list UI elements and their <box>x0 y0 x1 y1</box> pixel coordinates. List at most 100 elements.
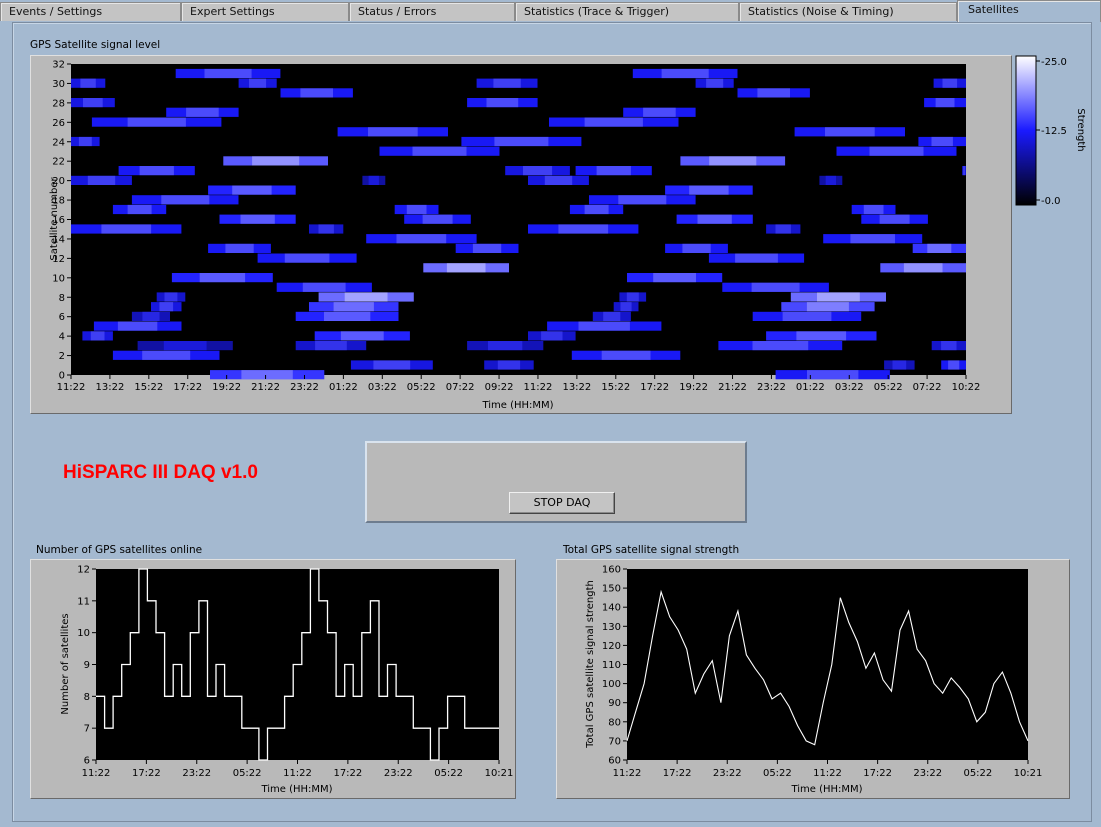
stop-daq-button[interactable]: STOP DAQ <box>509 492 615 514</box>
heatmap-cell-peak <box>578 321 630 331</box>
y-tick-label: 10 <box>77 628 90 639</box>
heatmap-cell-peak <box>751 282 800 292</box>
heatmap-cell-peak <box>782 311 832 321</box>
heatmap-cell-peak <box>164 292 178 302</box>
heatmap-x-tick-label: 19:22 <box>212 382 241 393</box>
heatmap-cell-peak <box>333 302 374 312</box>
heatmap-y-tick-label: 24 <box>52 137 65 148</box>
heatmap-x-tick-label: 13:22 <box>95 382 124 393</box>
heatmap-cell-peak <box>806 302 849 312</box>
heatmap-x-tick-label: 17:22 <box>173 382 202 393</box>
x-tick-label: 05:22 <box>763 768 792 779</box>
heatmap-y-tick-label: 22 <box>52 157 65 168</box>
heatmap-cell-peak <box>368 127 418 137</box>
heatmap-cell-peak <box>249 78 267 88</box>
satellites-online-frame: 6 7 8 9 10 11 12 11:22 17:22 23:22 05:22 11:22 17:2… <box>30 559 516 799</box>
y-tick-label: 12 <box>77 565 90 576</box>
x-tick-label: 05:22 <box>963 768 992 779</box>
heatmap-x-tick-label: 05:22 <box>407 382 436 393</box>
signal-strength-frame: 60 70 80 90 100 110 120 130 140 150 160 11:22 17:22… <box>556 559 1070 799</box>
heatmap-cell-peak <box>300 88 333 98</box>
y-tick-label: 130 <box>602 622 621 633</box>
heatmap-cell-peak <box>324 311 371 321</box>
heatmap-cell-peak <box>931 136 953 147</box>
signal-strength-chart: 60 70 80 90 100 110 120 130 140 150 160 11:22 17:22… <box>585 565 1042 796</box>
heatmap-x-tick-label: 01:22 <box>796 382 825 393</box>
heatmap-cell-peak <box>903 263 943 273</box>
heatmap-cell-peak <box>186 107 219 117</box>
heatmap-x-tick-label: 05:22 <box>874 382 903 393</box>
heatmap-cell-peak <box>927 243 952 253</box>
heatmap-x-tick-label: 03:22 <box>835 382 864 393</box>
x-tick-label: 11:22 <box>813 768 842 779</box>
tab-satellites[interactable]: Satellites <box>957 0 1101 22</box>
heatmap-cell-peak <box>284 253 330 263</box>
heatmap-x-tick-label: 11:22 <box>524 382 553 393</box>
heatmap-x-tick-label: 23:22 <box>290 382 319 393</box>
heatmap-x-tick-label: 23:22 <box>757 382 786 393</box>
colorbar-gradient <box>1015 55 1037 206</box>
heatmap-cell-peak <box>497 360 521 370</box>
heatmap-cell-peak <box>596 166 631 176</box>
colorbar-tick-label: -25.0 <box>1041 57 1067 68</box>
heatmap-cell-peak <box>412 146 467 156</box>
heatmap-cell-peak <box>879 214 910 224</box>
x-tick-label: 17:22 <box>863 768 892 779</box>
heatmap-x-tick-label: 09:22 <box>485 382 514 393</box>
heatmap-cell-peak <box>101 224 152 234</box>
y-tick-label: 6 <box>84 756 90 767</box>
heatmap-x-tick-label: 19:22 <box>679 382 708 393</box>
heatmap-cell-peak <box>775 224 791 234</box>
heatmap-cell-peak <box>315 341 347 351</box>
heatmap-x-tick-label: 11:22 <box>57 382 86 393</box>
heatmap-y-axis-label: Satellite number <box>49 177 60 261</box>
heatmap-cell-peak <box>689 185 729 195</box>
heatmap-cell-peak <box>225 243 254 253</box>
heatmap-cell-peak <box>807 370 859 380</box>
heatmap-y-tick-label: 8 <box>59 293 65 304</box>
signal-heatmap-chart: 11:22 13:22 15:22 17:22 19:22 21:22 23:22 01:22… <box>49 60 980 412</box>
heatmap-cell-peak <box>494 136 549 147</box>
heatmap-cell-peak <box>488 341 523 351</box>
heatmap-caption: GPS Satellite signal level <box>30 39 161 51</box>
heatmap-cell-peak <box>80 78 96 88</box>
heatmap-cell-peak <box>252 156 300 166</box>
x-tick-label: 23:22 <box>713 768 742 779</box>
tab-events-settings[interactable]: Events / Settings <box>0 2 181 21</box>
heatmap-cell-peak <box>318 224 334 234</box>
heatmap-cell-peak <box>796 331 847 341</box>
heatmap-cell-peak <box>422 214 453 224</box>
heatmap-cell-peak <box>541 331 563 341</box>
y-tick-label: 7 <box>84 724 90 735</box>
heatmap-cell-peak <box>344 292 388 302</box>
satellites-online-x-axis-label: Time (HH:MM) <box>260 784 332 795</box>
heatmap-cell-peak <box>603 311 621 321</box>
tab-status-errors[interactable]: Status / Errors <box>349 2 515 21</box>
heatmap-x-tick-label: 07:22 <box>913 382 942 393</box>
heatmap-x-tick-label: 13:22 <box>562 382 591 393</box>
heatmap-cell-peak <box>161 195 210 205</box>
heatmap-x-tick-label: 21:22 <box>718 382 747 393</box>
heatmap-cell-peak <box>446 263 486 273</box>
heatmap-cell-peak <box>232 185 272 195</box>
colorbar-tick-label: -12.5 <box>1041 126 1067 137</box>
heatmap-cell-peak <box>127 117 186 127</box>
tab-expert-settings[interactable]: Expert Settings <box>181 2 349 21</box>
heatmap-x-tick-label: 07:22 <box>446 382 475 393</box>
heatmap-cell-peak <box>935 98 955 108</box>
y-tick-label: 110 <box>602 660 621 671</box>
y-tick-label: 70 <box>608 736 621 747</box>
tab-statistics-trace-trigger[interactable]: Statistics (Trace & Trigger) <box>515 2 739 21</box>
heatmap-cell-peak <box>850 234 895 244</box>
tab-statistics-noise-timing[interactable]: Statistics (Noise & Timing) <box>739 2 957 21</box>
heatmap-cell-peak <box>83 98 103 108</box>
y-tick-label: 100 <box>602 679 621 690</box>
heatmap-cell-peak <box>558 224 609 234</box>
y-tick-label: 150 <box>602 584 621 595</box>
x-tick-label: 11:22 <box>82 768 111 779</box>
heatmap-cell-peak <box>601 350 651 360</box>
heatmap-y-tick-label: 28 <box>52 98 65 109</box>
x-tick-label: 17:22 <box>663 768 692 779</box>
heatmap-y-tick-label: 2 <box>59 351 65 362</box>
heatmap-cell-peak <box>199 273 246 283</box>
